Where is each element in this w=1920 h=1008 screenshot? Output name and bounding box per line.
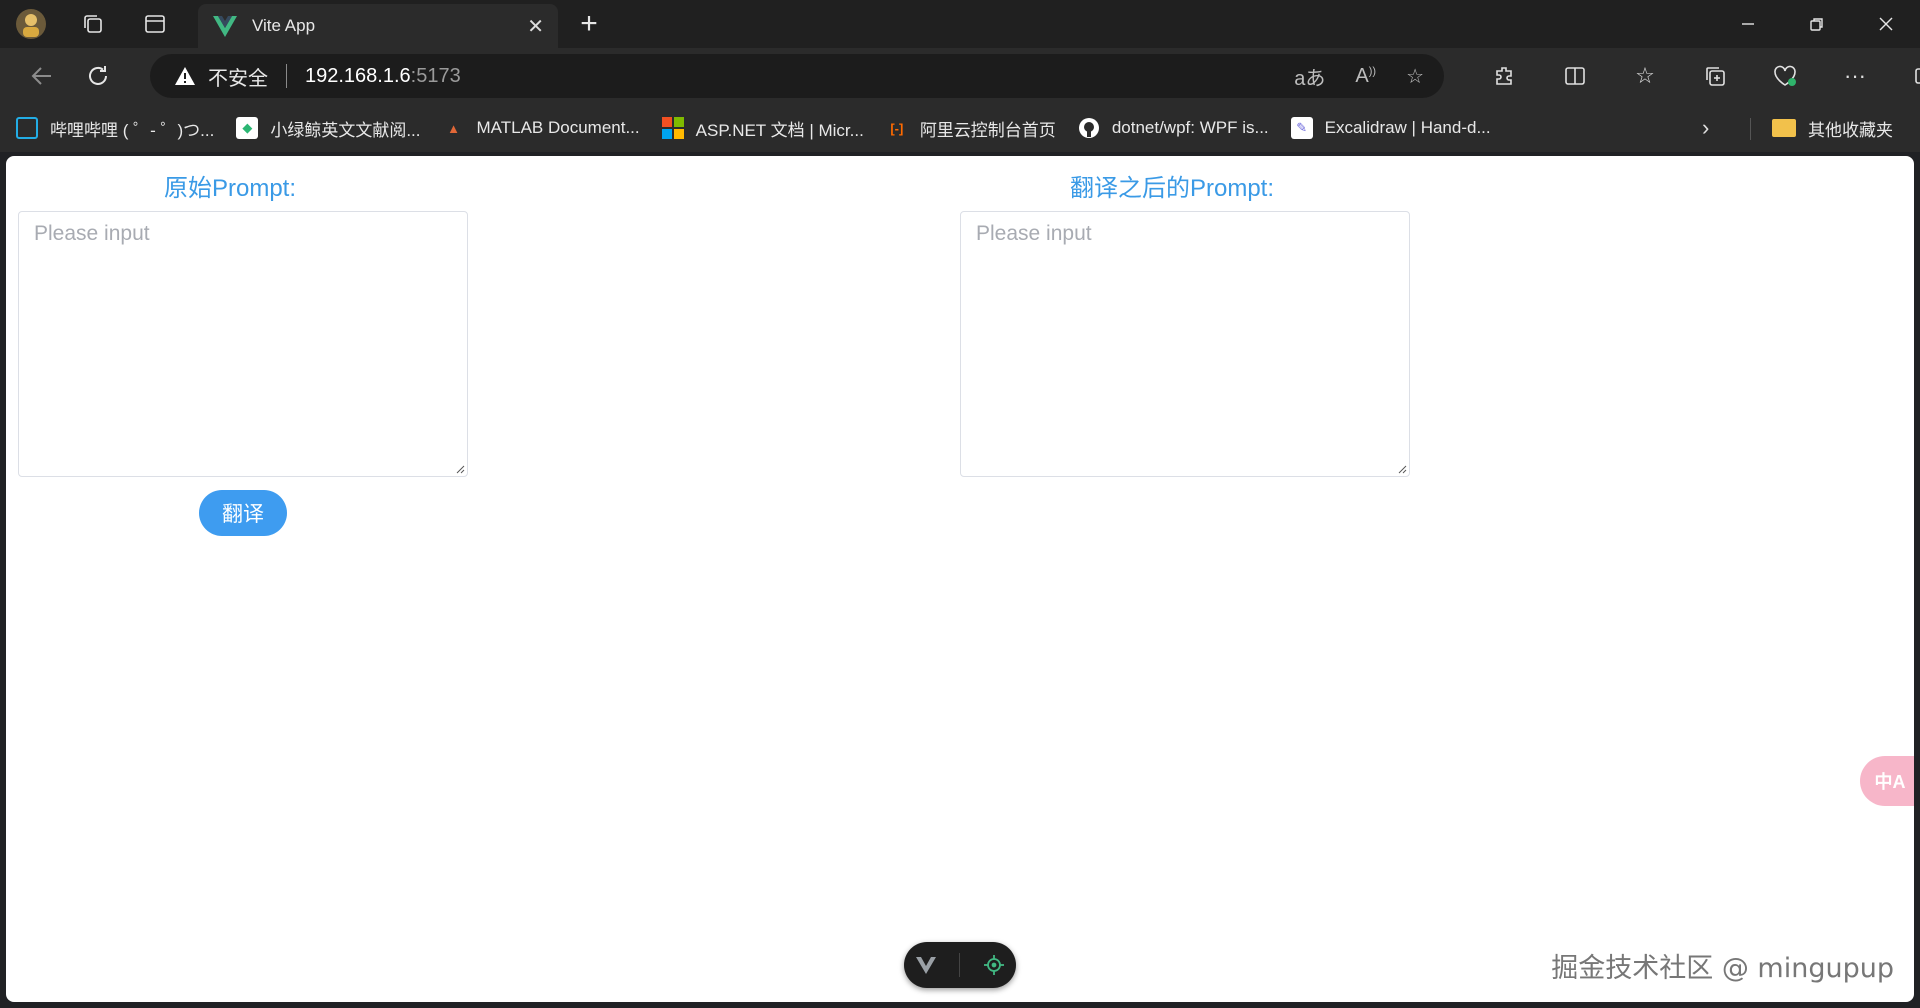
vue-logo-icon <box>213 16 237 37</box>
microsoft-icon <box>661 117 684 139</box>
pill-divider <box>959 953 961 977</box>
close-window-icon[interactable] <box>1851 0 1920 48</box>
browser-toolbar: 不安全 192.168.1.6 :5173 aあ A)) ☆ ☆ ··· <box>0 48 1920 104</box>
restore-icon[interactable] <box>1782 0 1851 48</box>
close-tab-icon[interactable]: ✕ <box>527 14 544 39</box>
address-separator <box>286 64 287 88</box>
vue-devtools-icon[interactable] <box>915 955 937 975</box>
bookmark-label: 阿里云控制台首页 <box>919 120 1056 140</box>
tab-title: Vite App <box>252 16 316 35</box>
minimize-icon[interactable] <box>1713 0 1782 48</box>
bookmark-bilibili[interactable]: 哔哩哔哩 ( ゜- ゜)つ... <box>16 116 214 141</box>
new-tab-button[interactable]: + <box>572 0 606 48</box>
bookmarks-divider <box>1750 118 1751 140</box>
github-icon <box>1078 118 1099 138</box>
other-bookmarks-label: 其他收藏夹 <box>1808 120 1893 140</box>
url-host: 192.168.1.6 <box>305 64 411 87</box>
bookmark-aspnet[interactable]: ASP.NET 文档 | Micr... <box>661 116 864 141</box>
address-bar[interactable]: 不安全 192.168.1.6 :5173 aあ A)) ☆ <box>150 54 1444 98</box>
bookmark-label: dotnet/wpf: WPF is... <box>1111 118 1269 137</box>
collections-icon[interactable] <box>1680 65 1750 87</box>
bookmark-github-wpf[interactable]: dotnet/wpf: WPF is... <box>1078 117 1269 139</box>
excalidraw-icon: ✎ <box>1290 117 1313 139</box>
bookmark-label: 哔哩哔哩 ( ゜- ゜)つ... <box>50 120 215 140</box>
extensions-icon[interactable] <box>1470 65 1540 87</box>
bookmark-aliyun[interactable]: [-] 阿里云控制台首页 <box>886 116 1056 141</box>
page-viewport: 原始Prompt: 翻译 翻译之后的Prompt: 中A 掘金技术社区 @ mi… <box>6 156 1914 1002</box>
browser-essentials-icon[interactable] <box>1750 65 1820 87</box>
translate-page-icon[interactable]: aあ <box>1294 62 1325 91</box>
more-options-icon[interactable]: ··· <box>1820 63 1890 89</box>
tab-vite-app[interactable]: Vite App ✕ <box>198 4 558 48</box>
favorite-star-icon[interactable]: ☆ <box>1406 64 1424 89</box>
folder-icon <box>1772 119 1796 137</box>
workspaces-icon[interactable] <box>62 0 124 48</box>
bookmark-matlab[interactable]: ▲ MATLAB Document... <box>443 117 640 139</box>
translated-prompt-container <box>960 211 1410 477</box>
security-label[interactable]: 不安全 <box>208 62 268 91</box>
favorites-icon[interactable]: ☆ <box>1610 63 1680 89</box>
vue-devtools-toggle[interactable] <box>904 942 1016 988</box>
matlab-icon: ▲ <box>447 120 460 136</box>
split-screen-icon[interactable] <box>1540 65 1610 87</box>
green-whale-icon: ◆ <box>236 117 259 139</box>
aliyun-icon: [-] <box>890 120 904 136</box>
source-prompt-title: 原始Prompt: <box>164 175 297 202</box>
bookmark-label: 小绿鲸英文文献阅... <box>270 120 421 140</box>
inspector-target-icon[interactable] <box>983 954 1005 976</box>
bookmark-label: Excalidraw | Hand-d... <box>1324 118 1491 137</box>
source-prompt-input[interactable] <box>19 212 467 476</box>
chevron-right-icon[interactable]: › <box>1702 115 1709 141</box>
other-bookmarks-folder[interactable]: 其他收藏夹 <box>1772 116 1893 141</box>
bilibili-icon <box>16 117 38 139</box>
source-prompt-container <box>18 211 468 477</box>
translate-button[interactable]: 翻译 <box>199 490 287 536</box>
read-aloud-icon[interactable]: A)) <box>1355 65 1376 88</box>
watermark-text: 掘金技术社区 @ mingupup <box>1551 953 1894 984</box>
bookmark-label: MATLAB Document... <box>476 118 640 137</box>
translate-float-icon: 中A <box>1874 772 1906 792</box>
bookmarks-bar: 哔哩哔哩 ( ゜- ゜)つ... ◆ 小绿鲸英文文献阅... ▲ MATLAB … <box>0 104 1920 152</box>
sidebar-toggle-icon[interactable] <box>1890 65 1920 87</box>
reload-icon[interactable] <box>72 50 124 102</box>
resize-grip-icon[interactable] <box>1397 464 1407 474</box>
warning-icon <box>175 67 195 85</box>
bookmark-excalidraw[interactable]: ✎ Excalidraw | Hand-d... <box>1290 117 1491 139</box>
resize-grip-icon[interactable] <box>455 464 465 474</box>
back-arrow-icon[interactable] <box>16 50 68 102</box>
profile-avatar-icon[interactable] <box>0 0 62 48</box>
translated-prompt-title: 翻译之后的Prompt: <box>1070 175 1275 202</box>
bookmark-green-whale[interactable]: ◆ 小绿鲸英文文献阅... <box>236 116 421 141</box>
bookmark-label: ASP.NET 文档 | Micr... <box>695 120 864 140</box>
tab-actions-icon[interactable] <box>124 0 186 48</box>
url-port: :5173 <box>410 64 461 87</box>
translated-prompt-output[interactable] <box>961 212 1409 476</box>
title-bar: Vite App ✕ + <box>0 0 1920 48</box>
floating-translate-button[interactable]: 中A <box>1860 756 1914 806</box>
